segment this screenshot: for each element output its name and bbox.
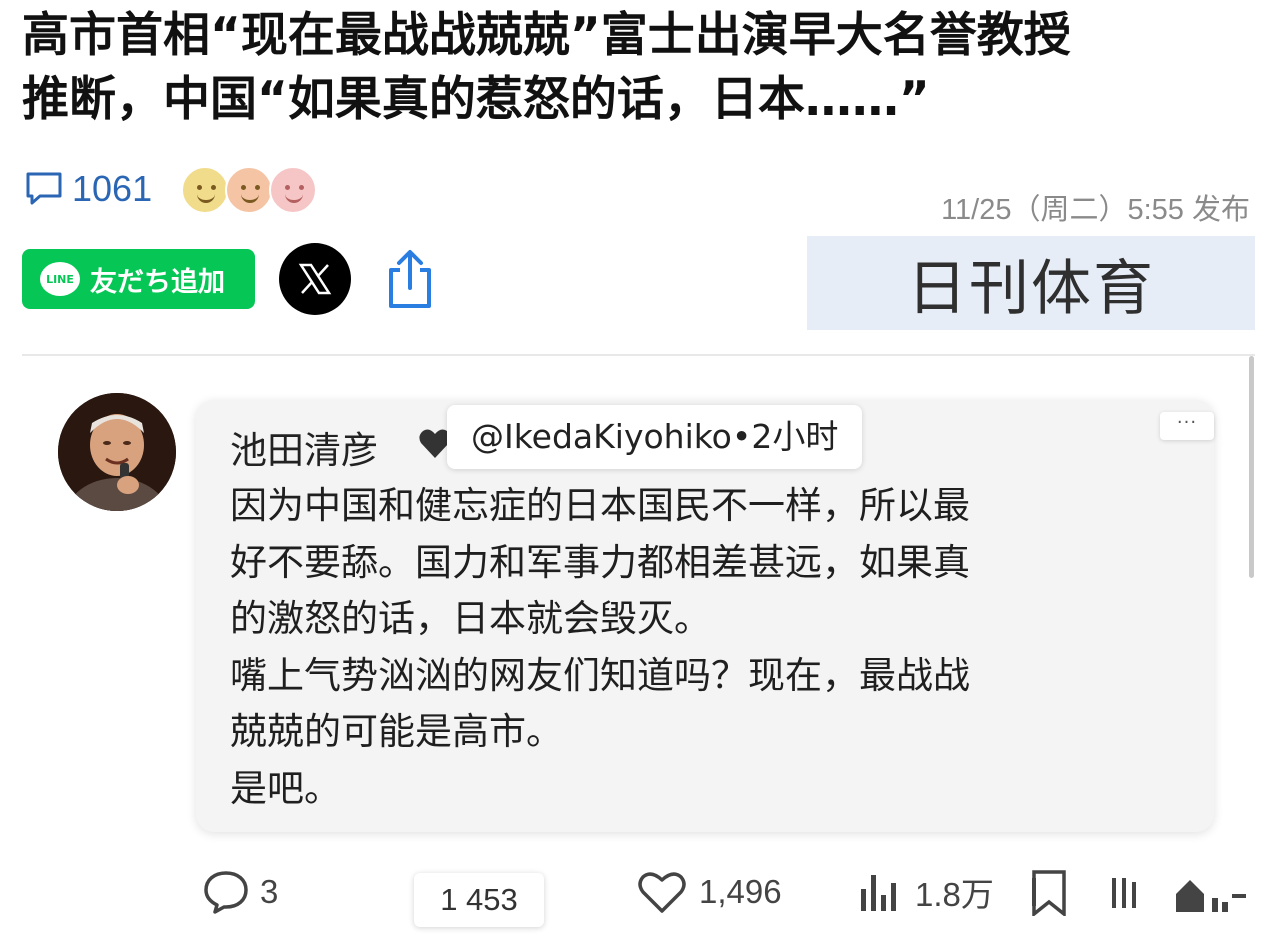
- reply-count: 3: [260, 873, 279, 910]
- analytics-bars-icon: [861, 875, 896, 911]
- headline-line-1: 高市首相“现在最战战兢兢”富士出演早大名誉教授: [22, 8, 1071, 63]
- scrollbar[interactable]: [1249, 356, 1254, 578]
- share-button[interactable]: [384, 248, 436, 310]
- comment-icon: [26, 172, 62, 205]
- tweet-text-line: 兢兢的可能是高市。: [230, 710, 563, 753]
- x-logo-icon: [298, 263, 332, 295]
- bookmark-count-blurred: [1110, 862, 1170, 922]
- tweet-text-line: 因为中国和健忘症的日本国民不一样，所以最: [230, 484, 970, 527]
- avatar[interactable]: [58, 393, 176, 511]
- view-count: 1.8万: [915, 876, 994, 913]
- tweet-text-line: 好不要舔。国力和军事力都相差甚远，如果真: [230, 540, 970, 584]
- views-tooltip: 1 453: [414, 873, 544, 927]
- views-button[interactable]: 1.8万: [857, 862, 994, 922]
- brand-banner[interactable]: 日刊体育: [807, 236, 1255, 330]
- article-headline: 高市首相“现在最战战兢兢”富士出演早大名誉教授 推断，中国“如果真的惹怒的话，日…: [22, 4, 1262, 132]
- comment-count-button[interactable]: 1061: [24, 168, 152, 210]
- reply-icon: [204, 871, 248, 914]
- share-icon: [389, 250, 431, 308]
- blush-face-icon: [269, 166, 317, 214]
- reply-button[interactable]: 3: [202, 862, 278, 922]
- tweet-text-line: 嘴上气势汹汹的网友们知道吗？现在，最战战: [230, 653, 970, 697]
- bookmark-button[interactable]: [1030, 862, 1070, 922]
- reaction-emojis[interactable]: [181, 166, 321, 216]
- bookmark-icon: [1032, 870, 1066, 916]
- share-up-icon: [1176, 880, 1246, 912]
- smile-face-icon: [181, 166, 229, 214]
- brand-name: 日刊体育: [907, 253, 1155, 324]
- tweet-body: 因为中国和健忘症的日本国民不一样，所以最 好不要舔。国力和军事力都相差甚远，如果…: [230, 478, 1170, 817]
- article-meta: 1061 11/25（周二）5:55 发布: [24, 166, 1264, 226]
- line-add-friend-label: 友だち追加: [90, 266, 225, 298]
- line-logo-icon: LINE: [40, 262, 80, 296]
- laugh-face-icon: [225, 166, 273, 214]
- like-count: 1,496: [699, 873, 782, 910]
- share-tweet-button[interactable]: [1172, 862, 1252, 922]
- tweet-handle-time[interactable]: @IkedaKiyohiko•2小时: [447, 405, 863, 469]
- tweet-text-line: 的激怒的话，日本就会毁灭。: [230, 597, 711, 640]
- tweet-author-name[interactable]: 池田清彦: [230, 420, 378, 474]
- heart-outline-icon: [638, 872, 686, 913]
- x-share-button[interactable]: [279, 243, 351, 315]
- headline-line-2: 推断，中国“如果真的惹怒的话，日本……”: [22, 72, 930, 127]
- divider: [22, 354, 1255, 356]
- tweet-text-line: 是吧。: [230, 766, 341, 810]
- tweet-stats-bar: 3 1,496 1.8万: [0, 862, 1280, 936]
- bar-glyph-icon: [1112, 878, 1136, 908]
- like-button[interactable]: 1,496: [637, 862, 782, 922]
- publish-time: 11/25（周二）5:55 发布: [941, 194, 1250, 226]
- more-options-button[interactable]: ···: [1160, 412, 1214, 440]
- avatar-image: [58, 393, 176, 511]
- line-add-friend-button[interactable]: LINE 友だち追加: [22, 249, 255, 309]
- comment-count-value: 1061: [72, 168, 153, 209]
